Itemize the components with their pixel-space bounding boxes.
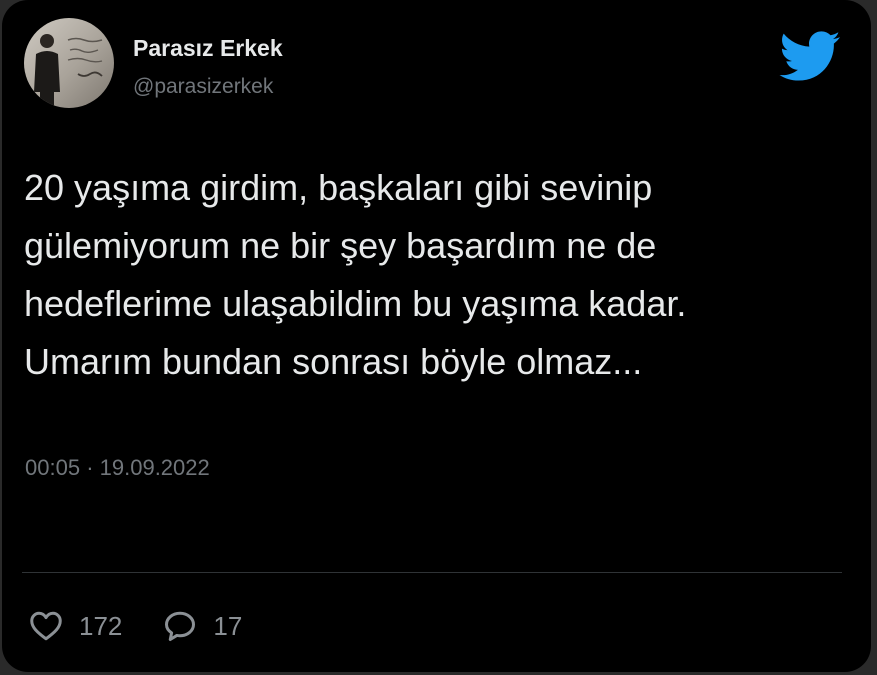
user-handle[interactable]: @parasizerkek [133, 75, 273, 99]
heart-icon [30, 611, 62, 641]
meta-separator: · [86, 455, 94, 480]
handwritten-sign-icon [67, 37, 103, 77]
tweet-actions: 172 17 [26, 606, 242, 646]
tweet-text-line: 20 yaşıma girdim, başkaları gibi sevinip [24, 167, 653, 208]
tweet-timestamp[interactable]: 00:05 · 19.09.2022 [25, 455, 210, 481]
tweet-time: 00:05 [25, 455, 81, 480]
tweet-text-line: hedeflerime ulaşabildim bu yaşıma kadar. [24, 283, 687, 324]
divider [22, 572, 842, 573]
tweet-date: 19.09.2022 [99, 455, 210, 480]
tweet-card: Parasız Erkek @parasizerkek 20 yaşıma gi… [2, 0, 871, 672]
person-figure-icon [34, 34, 60, 108]
avatar[interactable] [24, 18, 114, 108]
speech-bubble-icon [165, 611, 196, 641]
display-name[interactable]: Parasız Erkek [133, 35, 283, 62]
tweet-text-line: Umarım bundan sonrası böyle olmaz... [24, 341, 643, 382]
tweet-text: 20 yaşıma girdim, başkaları gibi sevinip… [24, 159, 864, 391]
twitter-bird-icon[interactable] [771, 24, 847, 88]
tweet-text-line: gülemiyorum ne bir şey başardım ne de [24, 225, 657, 266]
reply-button[interactable]: 17 [160, 608, 242, 644]
reply-count: 17 [213, 610, 243, 641]
like-button[interactable]: 172 [26, 608, 122, 644]
like-count: 172 [79, 610, 123, 641]
